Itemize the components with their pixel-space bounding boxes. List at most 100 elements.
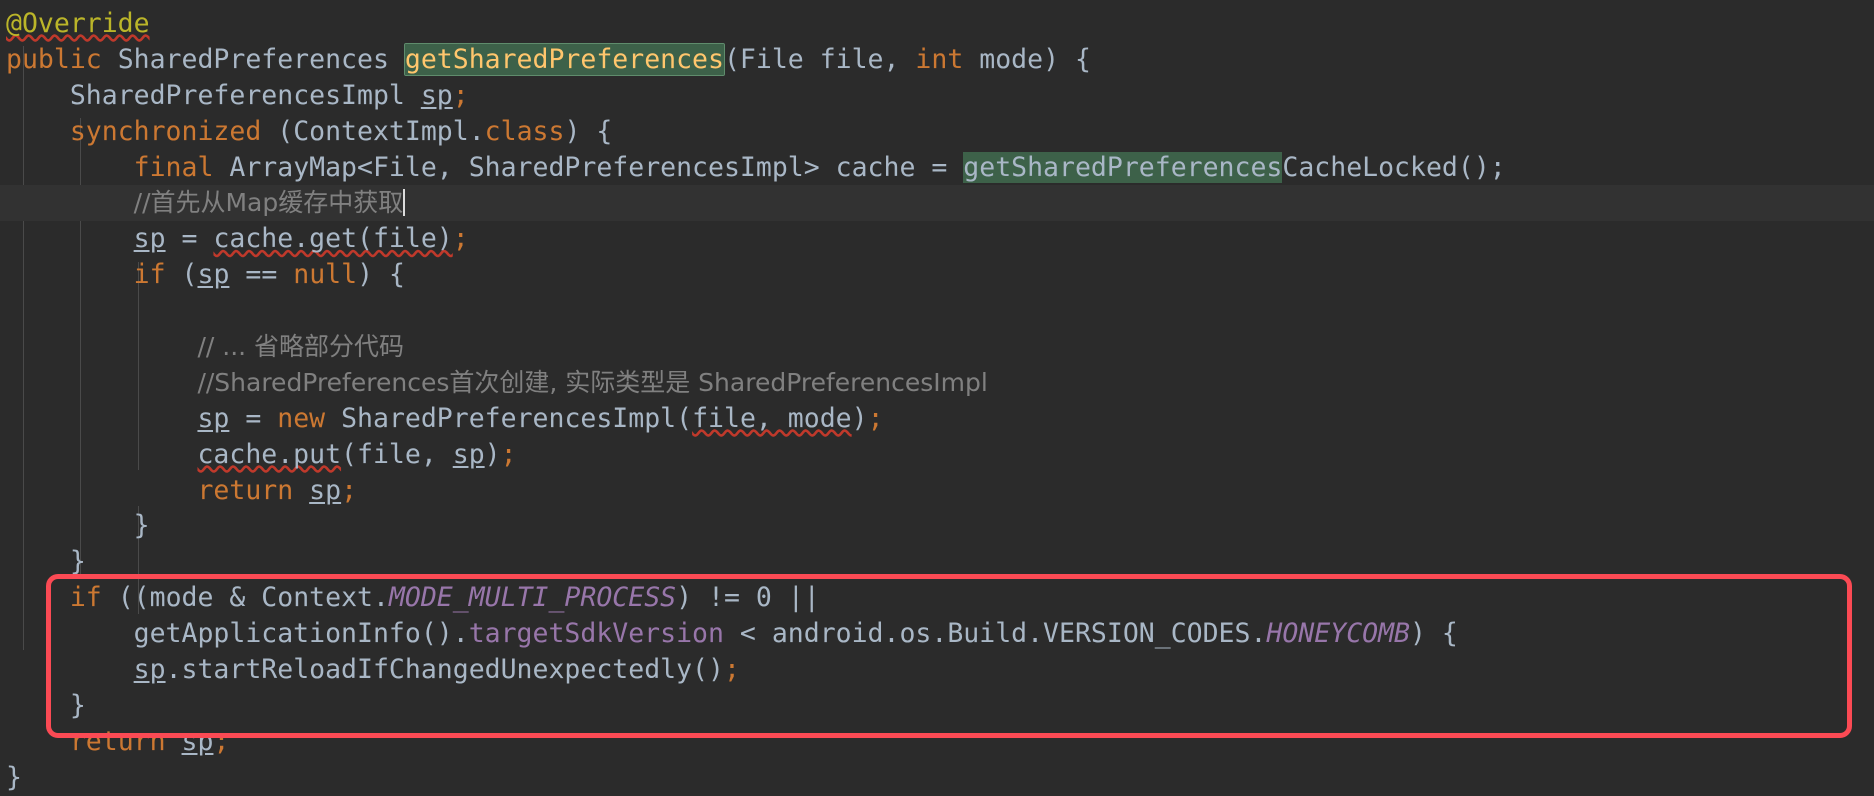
code-token: ) { — [564, 115, 613, 147]
code-line[interactable]: public SharedPreferences getSharedPrefer… — [0, 42, 1874, 78]
code-line[interactable]: } — [0, 688, 1874, 724]
code-token: ; — [452, 79, 469, 111]
code-token: < android.os.Build.VERSION_CODES. — [723, 618, 1267, 650]
code-line[interactable]: cache.put(file, sp); — [0, 437, 1874, 473]
code-token: SharedPreferencesImpl — [69, 79, 421, 111]
code-token: cache.get(file) — [213, 223, 453, 255]
code-token: = — [229, 402, 278, 434]
code-token: sp — [133, 654, 166, 686]
code-token: mode) { — [963, 43, 1091, 75]
code-token: public — [6, 43, 102, 75]
code-line[interactable]: } — [0, 544, 1874, 580]
code-token: final — [133, 151, 214, 183]
code-token: ) — [851, 402, 868, 434]
code-token: new — [277, 402, 326, 434]
code-line[interactable]: if (sp == null) { — [0, 257, 1874, 293]
code-token: sp — [197, 402, 230, 434]
code-line[interactable]: return sp; — [0, 473, 1874, 509]
code-token: // ... 省略部分代码 — [197, 332, 405, 362]
code-token: } — [69, 546, 86, 578]
code-token: ArrayMap<File, SharedPreferencesImpl> ca… — [213, 151, 964, 183]
code-token: ; — [341, 474, 358, 506]
code-token: getSharedPreferences — [403, 42, 725, 76]
code-token: SharedPreferences — [101, 43, 405, 75]
code-token: targetSdkVersion — [468, 618, 724, 650]
code-token: sp — [133, 223, 166, 255]
code-lines-container[interactable]: @Override public SharedPreferences getSha… — [0, 0, 1874, 796]
code-token: ) != — [676, 582, 756, 614]
code-token: == — [229, 259, 294, 291]
code-token: = — [165, 223, 214, 255]
code-token: getSharedPreferences — [963, 151, 1283, 183]
code-token: ; — [500, 438, 517, 470]
code-line[interactable]: final ArrayMap<File, SharedPreferencesIm… — [0, 150, 1874, 186]
text-caret — [403, 189, 406, 217]
code-line[interactable]: sp = new SharedPreferencesImpl(file, mod… — [0, 401, 1874, 437]
code-line[interactable]: //SharedPreferences首次创建, 实际类型是 SharedPre… — [0, 365, 1874, 401]
code-token: int — [915, 43, 964, 75]
code-token: .startReloadIfChangedUnexpectedly() — [165, 654, 724, 686]
code-token: } — [69, 689, 86, 721]
code-line[interactable]: return sp; — [0, 724, 1874, 760]
code-token: ) { — [1410, 618, 1458, 650]
code-line[interactable]: synchronized (ContextImpl.class) { — [0, 114, 1874, 150]
code-token: 0 — [755, 582, 772, 614]
code-token: } — [6, 761, 22, 793]
code-line[interactable]: } — [0, 508, 1874, 544]
code-token: (ContextImpl. — [261, 115, 485, 147]
code-token: ) — [484, 438, 501, 470]
code-token: sp — [197, 259, 230, 291]
code-token: MODE_MULTI_PROCESS — [388, 582, 677, 614]
code-line[interactable]: getApplicationInfo().targetSdkVersion < … — [0, 616, 1874, 652]
code-token: (File file, — [723, 43, 916, 75]
code-line[interactable]: sp = cache.get(file); — [0, 221, 1874, 257]
code-line[interactable]: } — [0, 760, 1874, 796]
code-token: sp — [309, 474, 342, 506]
code-token: file, mode — [692, 402, 852, 434]
code-token: if — [133, 259, 166, 291]
code-token: } — [133, 510, 150, 542]
code-line[interactable]: SharedPreferencesImpl sp; — [0, 78, 1874, 114]
code-line[interactable] — [0, 293, 1874, 329]
code-line[interactable]: //首先从Map缓存中获取 — [0, 185, 1874, 222]
code-token: null — [293, 259, 358, 291]
code-line[interactable]: // ... 省略部分代码 — [0, 329, 1874, 365]
code-token: @Override — [6, 8, 150, 39]
code-token: getApplicationInfo(). — [133, 618, 469, 650]
code-token: SharedPreferencesImpl( — [325, 402, 693, 434]
code-token: if — [69, 582, 102, 614]
code-token: ) { — [357, 259, 405, 291]
code-token: ((mode & Context. — [101, 582, 389, 614]
code-token: sp — [452, 438, 485, 470]
code-token: return — [197, 474, 294, 506]
code-editor-pane[interactable]: @Override public SharedPreferences getSha… — [0, 0, 1874, 793]
code-token: (file, — [341, 438, 453, 470]
code-line[interactable]: if ((mode & Context.MODE_MULTI_PROCESS) … — [0, 580, 1874, 616]
code-token: || — [771, 582, 820, 614]
code-token: //SharedPreferences首次创建, 实际类型是 SharedPre… — [197, 367, 988, 397]
code-token: sp — [420, 79, 453, 111]
code-token: return — [69, 725, 166, 757]
code-token: HONEYCOMB — [1266, 618, 1411, 650]
code-line[interactable]: sp.startReloadIfChangedUnexpectedly(); — [0, 652, 1874, 688]
code-token: ; — [867, 402, 884, 434]
code-token: sp — [181, 725, 214, 757]
code-line[interactable]: @Override — [0, 6, 1874, 42]
